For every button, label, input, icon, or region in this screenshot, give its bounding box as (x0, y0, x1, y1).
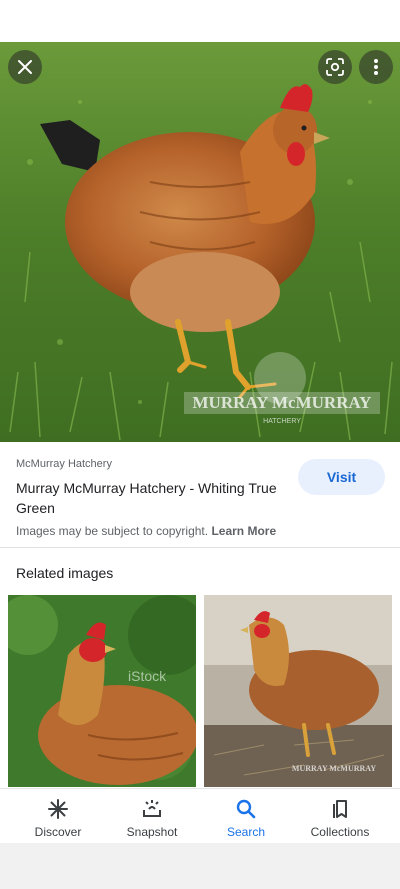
result-title[interactable]: Murray McMurray Hatchery - Whiting True … (16, 478, 278, 518)
nav-snapshot-label: Snapshot (126, 825, 178, 839)
bottom-navigation: Discover Snapshot Search Collections (0, 788, 400, 843)
source-name[interactable]: McMurray Hatchery (16, 458, 112, 470)
thumb-2-watermark: MURRAY McMURRAY (292, 764, 376, 773)
close-icon (18, 60, 32, 74)
related-hen-photo-1: iStock (8, 595, 196, 787)
section-divider (0, 547, 400, 548)
more-options-button[interactable] (359, 50, 393, 84)
nav-collections[interactable]: Collections (293, 789, 387, 844)
nav-snapshot[interactable]: Snapshot (105, 789, 199, 844)
search-icon (234, 798, 258, 820)
nav-collections-label: Collections (310, 825, 370, 839)
nav-search-label: Search (226, 825, 266, 839)
related-image-2[interactable]: MURRAY McMURRAY (204, 595, 392, 787)
visit-button[interactable]: Visit (298, 459, 385, 495)
thumb-1-watermark: iStock (128, 668, 167, 684)
related-image-1[interactable]: iStock (8, 595, 196, 787)
more-vert-icon (374, 59, 378, 75)
copyright-text: Images may be subject to copyright. (16, 524, 212, 538)
learn-more-link[interactable]: Learn More (211, 524, 276, 538)
nav-discover-label: Discover (34, 825, 82, 839)
result-info: McMurray Hatchery Murray McMurray Hatche… (0, 442, 400, 548)
hero-image[interactable]: MURRAY McMURRAY HATCHERY (0, 42, 400, 442)
lens-icon (326, 58, 344, 76)
nav-search[interactable]: Search (199, 789, 293, 844)
status-bar (0, 0, 400, 42)
copyright-notice: Images may be subject to copyright. Lear… (16, 524, 276, 538)
lens-button[interactable] (318, 50, 352, 84)
snapshot-icon (140, 798, 164, 820)
nav-discover[interactable]: Discover (11, 789, 105, 844)
hen-photo: MURRAY McMURRAY HATCHERY (0, 42, 400, 442)
close-button[interactable] (8, 50, 42, 84)
collections-icon (328, 798, 352, 820)
related-hen-photo-2: MURRAY McMURRAY (204, 595, 392, 787)
system-navigation-bar (0, 843, 400, 889)
hero-watermark-sub: HATCHERY (263, 418, 301, 425)
hero-watermark: MURRAY McMURRAY (193, 393, 372, 412)
asterisk-icon (46, 798, 70, 820)
related-images-heading: Related images (16, 565, 114, 581)
